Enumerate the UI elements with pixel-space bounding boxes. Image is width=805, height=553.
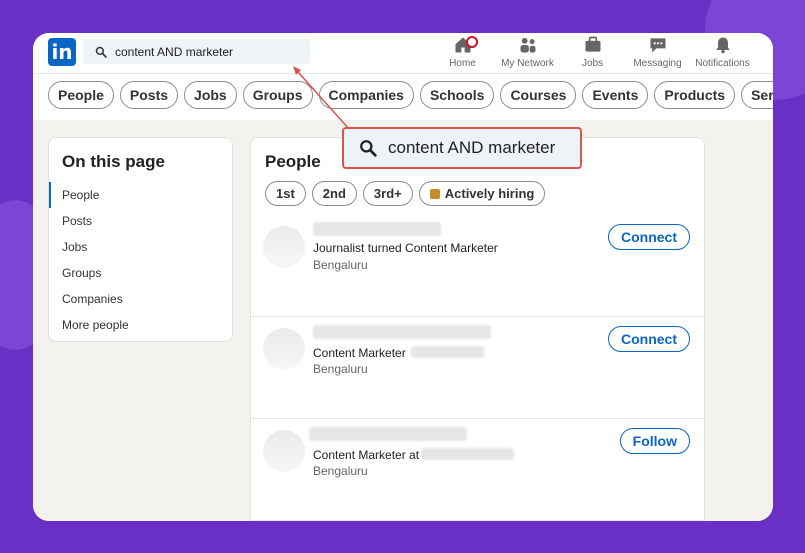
- search-callout: content AND marketer: [342, 127, 582, 169]
- search-icon: [360, 140, 377, 157]
- callout-text: content AND marketer: [388, 138, 556, 157]
- callout-arrow: [293, 66, 351, 131]
